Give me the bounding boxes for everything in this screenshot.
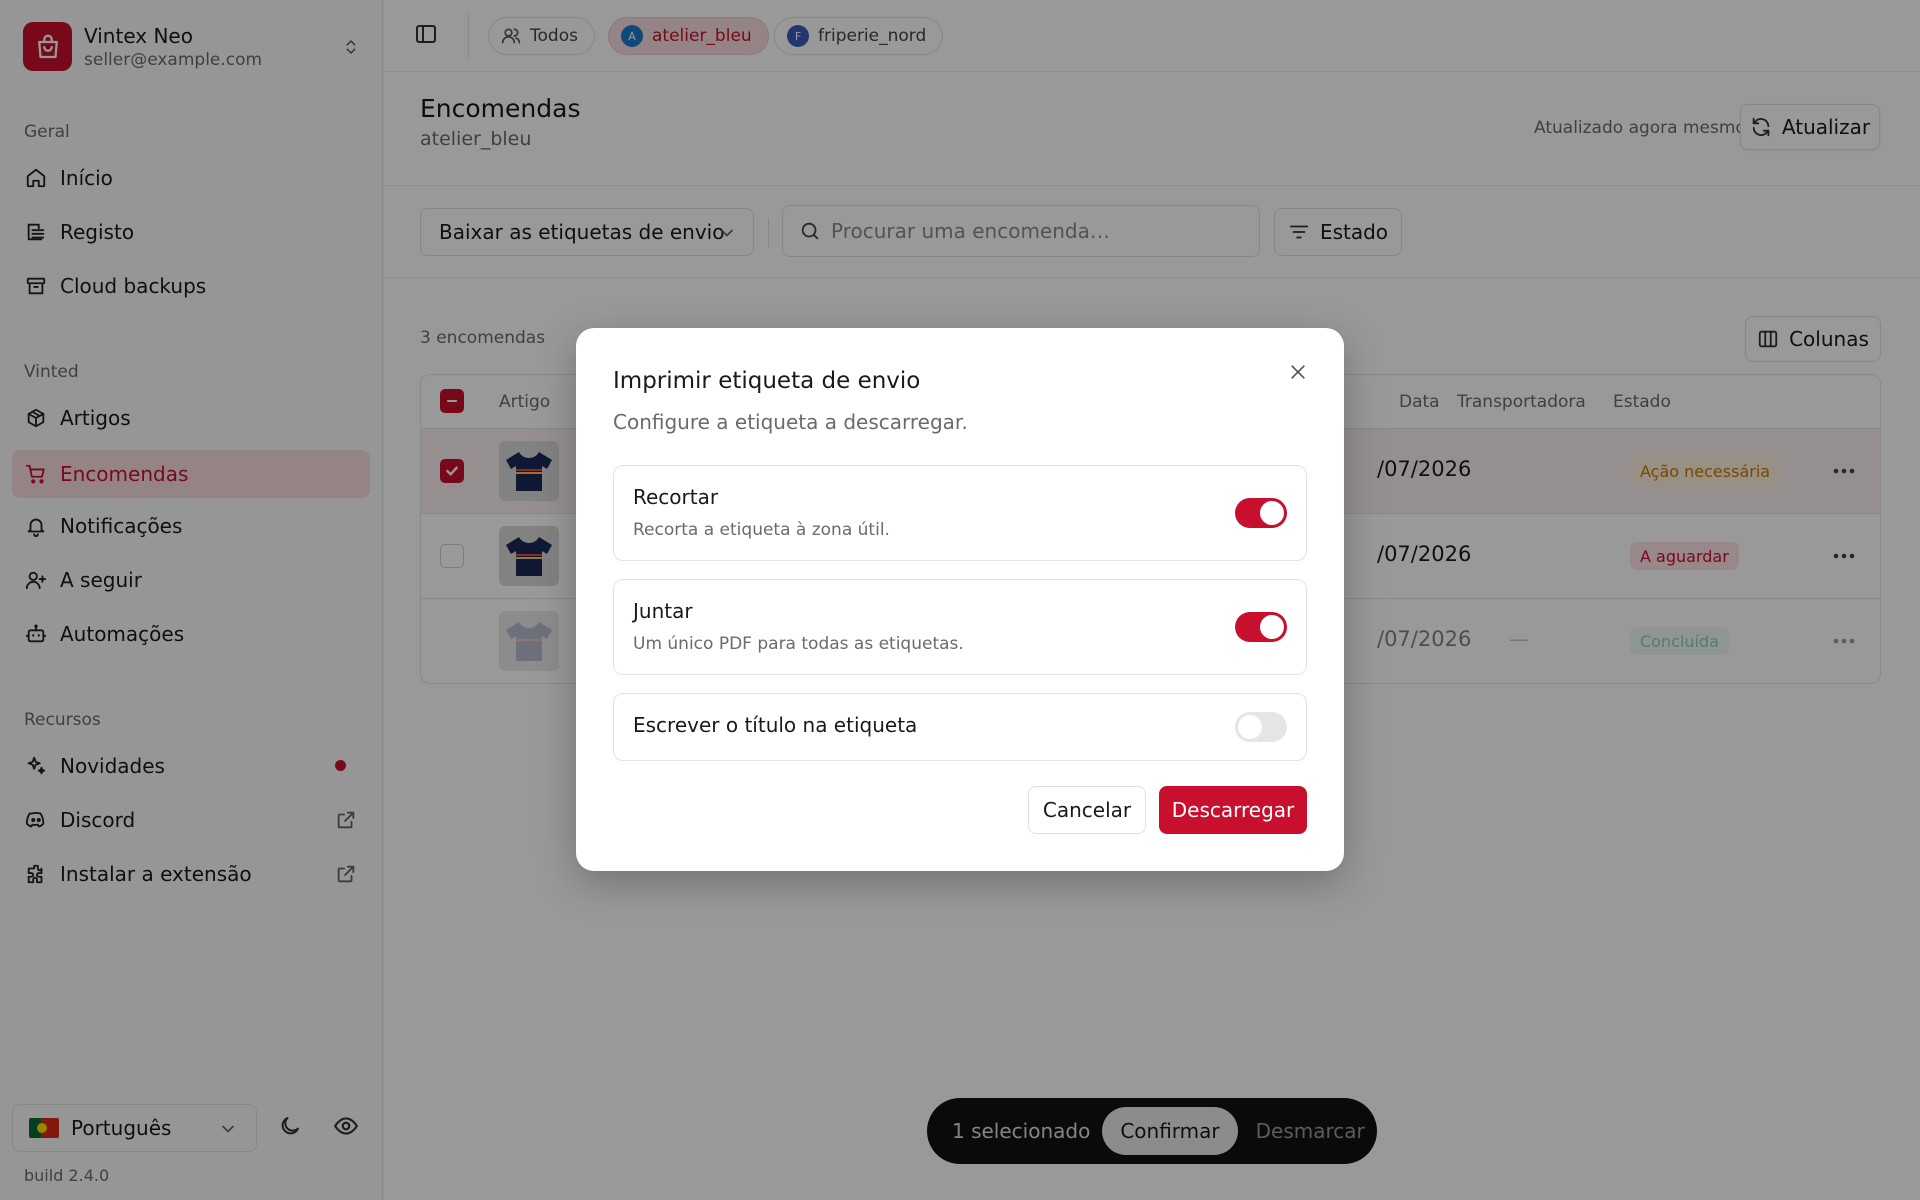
recortar-toggle[interactable] — [1235, 498, 1287, 528]
option-title: Recortar — [633, 485, 719, 509]
download-button[interactable]: Descarregar — [1159, 786, 1307, 834]
dialog-title: Imprimir etiqueta de envio — [613, 368, 921, 394]
option-description: Um único PDF para todas as etiquetas. — [633, 634, 964, 654]
option-juntar: Juntar Um único PDF para todas as etique… — [613, 579, 1307, 675]
escrever-titulo-toggle[interactable] — [1235, 712, 1287, 742]
app-root: Vintex Neo seller@example.com Geral Iníc… — [0, 0, 1920, 1200]
close-button[interactable] — [1284, 360, 1312, 388]
dialog-description: Configure a etiqueta a descarregar. — [613, 410, 968, 434]
close-icon — [1288, 362, 1308, 386]
juntar-toggle[interactable] — [1235, 612, 1287, 642]
print-label-dialog: Imprimir etiqueta de envio Configure a e… — [576, 328, 1344, 871]
option-description: Recorta a etiqueta à zona útil. — [633, 520, 890, 540]
option-title: Juntar — [633, 599, 693, 623]
option-title: Escrever o título na etiqueta — [633, 713, 918, 737]
cancel-button[interactable]: Cancelar — [1028, 786, 1146, 834]
option-recortar: Recortar Recorta a etiqueta à zona útil. — [613, 465, 1307, 561]
option-escrever-titulo: Escrever o título na etiqueta — [613, 693, 1307, 761]
